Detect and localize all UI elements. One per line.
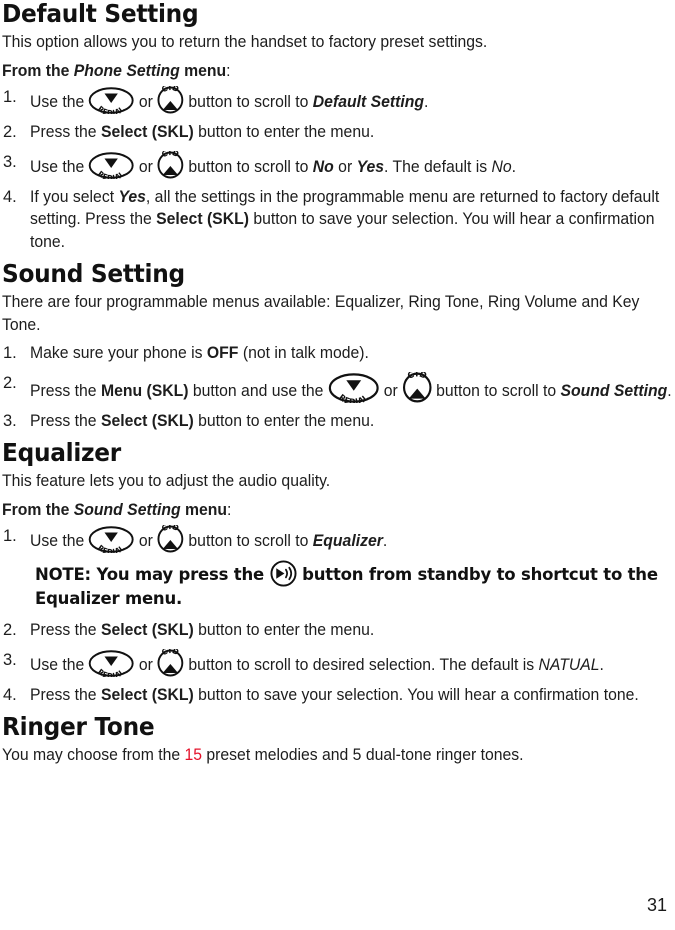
emphasis-bold: Menu (SKL) xyxy=(100,381,189,400)
step-number: 1. xyxy=(3,527,17,545)
step-text: Press the Select (SKL) button to save yo… xyxy=(30,685,639,704)
step-list: 1. Use the REDIAL or CID button to scroll… xyxy=(2,86,673,253)
emphasis-bold-italic: Yes xyxy=(356,157,385,176)
from-menu-lead: From the xyxy=(2,61,74,80)
from-menu-name: Sound Setting xyxy=(73,500,181,519)
step-number: 3. xyxy=(3,152,17,171)
step-text: Use the REDIAL or CID button to scroll t… xyxy=(30,525,672,553)
section-heading: Sound Setting xyxy=(2,259,185,288)
step-item: 2. Press the Select (SKL) button to enter… xyxy=(2,619,673,642)
step-item: 4. If you select Yes, all the settings in… xyxy=(2,186,673,254)
emphasis-bold-italic: Yes xyxy=(118,187,146,206)
step-list: 1. Make sure your phone is OFF (not in ta… xyxy=(2,342,673,432)
cid-button-icon[interactable]: CID xyxy=(157,151,184,179)
step-text: Use the REDIAL or CID button to scroll t… xyxy=(30,86,672,114)
emphasis-bold-italic: Sound Setting xyxy=(560,381,668,400)
step-text: Press the Select (SKL) button to enter t… xyxy=(30,621,375,639)
emphasis-bold: Select (SKL) xyxy=(156,210,249,228)
from-menu-line: From the Sound Setting menu: xyxy=(2,499,672,522)
emphasis-italic: NATUAL xyxy=(538,655,600,674)
section-intro: This option allows you to return the han… xyxy=(2,33,488,51)
highlight-number: 15 xyxy=(184,746,203,764)
step-text: Press the Menu (SKL) button and use the … xyxy=(30,372,672,403)
step-number: 1. xyxy=(3,344,17,362)
step-list: 1. Use the REDIAL or CID button to scroll… xyxy=(2,525,673,706)
cid-button-icon[interactable]: CID xyxy=(402,372,432,403)
emphasis-italic: No xyxy=(491,157,512,176)
step-text: If you select Yes, all the settings in t… xyxy=(30,187,660,251)
emphasis-bold-italic: Equalizer xyxy=(312,532,383,550)
step-text: Use the REDIAL or CID button to scroll t… xyxy=(30,649,672,677)
step-item: 3. Press the Select (SKL) button to enter… xyxy=(2,410,673,433)
step-item: 1. Use the REDIAL or CID button to scroll… xyxy=(2,525,673,553)
emphasis-bold: Select (SKL) xyxy=(100,621,194,639)
emphasis-bold: Select (SKL) xyxy=(100,685,194,704)
step-item: 4. Press the Select (SKL) button to save … xyxy=(2,684,673,707)
note-lead: NOTE: You may press the xyxy=(35,565,270,584)
step-number: 2. xyxy=(3,123,17,141)
emphasis-bold: Select (SKL) xyxy=(100,411,194,430)
step-number: 1. xyxy=(3,88,17,106)
manual-page: Default Setting This option allows you to… xyxy=(0,0,675,930)
step-text: Use the REDIAL or CID button to scroll t… xyxy=(30,151,672,179)
step-item: 1. Use the REDIAL or CID button to scroll… xyxy=(2,86,673,114)
note-callout: NOTE: You may press the button from stan… xyxy=(35,560,673,610)
page-number: 31 xyxy=(646,895,667,915)
section-intro: You may choose from the 15 preset melodi… xyxy=(2,746,524,764)
step-number: 4. xyxy=(3,685,17,704)
section-equalizer: Equalizer xyxy=(2,439,673,467)
emphasis-bold-italic: Default Setting xyxy=(312,93,424,111)
from-menu-name: Phone Setting xyxy=(73,61,180,80)
step-text: Press the Select (SKL) button to enter t… xyxy=(30,411,375,430)
cid-button-icon[interactable]: CID xyxy=(157,649,184,677)
section-sound-setting: Sound Setting xyxy=(2,260,673,288)
from-menu-colon: : xyxy=(226,500,232,519)
redial-button-icon[interactable]: REDIAL xyxy=(89,526,135,553)
emphasis-bold-italic: No xyxy=(312,157,334,176)
cid-button-icon[interactable]: CID xyxy=(157,86,184,114)
from-menu-tail: menu xyxy=(179,61,227,80)
speaker-button-icon[interactable] xyxy=(270,560,297,587)
step-number: 2. xyxy=(3,373,17,392)
redial-button-icon[interactable]: REDIAL xyxy=(89,87,135,114)
step-item: 2. Press the Select (SKL) button to enter… xyxy=(2,121,673,144)
step-number: 3. xyxy=(3,650,17,669)
from-menu-colon: : xyxy=(226,61,231,80)
section-heading: Ringer Tone xyxy=(2,712,155,741)
section-heading: Default Setting xyxy=(2,0,199,28)
page-content: Default Setting This option allows you to… xyxy=(2,0,673,767)
section-intro: There are four programmable menus availa… xyxy=(2,293,640,334)
redial-button-icon[interactable]: REDIAL xyxy=(328,372,380,403)
step-item: 2. Press the Menu (SKL) button and use th… xyxy=(2,372,673,403)
from-menu-lead: From the xyxy=(2,500,74,519)
from-menu-tail: menu xyxy=(180,500,227,519)
step-item: 3. Use the REDIAL or CID button to scroll… xyxy=(2,649,673,677)
emphasis-bold: OFF xyxy=(206,344,239,362)
section-ringer-tone: Ringer Tone xyxy=(2,713,673,741)
section-default-setting: Default Setting xyxy=(2,0,673,28)
from-menu-line: From the Phone Setting menu: xyxy=(2,60,672,83)
step-text: Make sure your phone is OFF (not in talk… xyxy=(30,344,369,362)
redial-button-icon[interactable]: REDIAL xyxy=(89,151,135,179)
cid-button-icon[interactable]: CID xyxy=(157,525,184,553)
step-item: 1. Make sure your phone is OFF (not in ta… xyxy=(2,342,673,365)
step-number: 3. xyxy=(3,411,17,430)
emphasis-bold: Select (SKL) xyxy=(100,123,194,141)
step-item: 3. Use the REDIAL or CID button to scroll… xyxy=(2,151,673,179)
section-heading: Equalizer xyxy=(2,438,121,467)
step-number: 4. xyxy=(3,187,17,206)
section-intro: This feature lets you to adjust the audi… xyxy=(2,472,331,490)
step-number: 2. xyxy=(3,621,17,639)
step-text: Press the Select (SKL) button to enter t… xyxy=(30,123,375,141)
redial-button-icon[interactable]: REDIAL xyxy=(89,649,135,677)
